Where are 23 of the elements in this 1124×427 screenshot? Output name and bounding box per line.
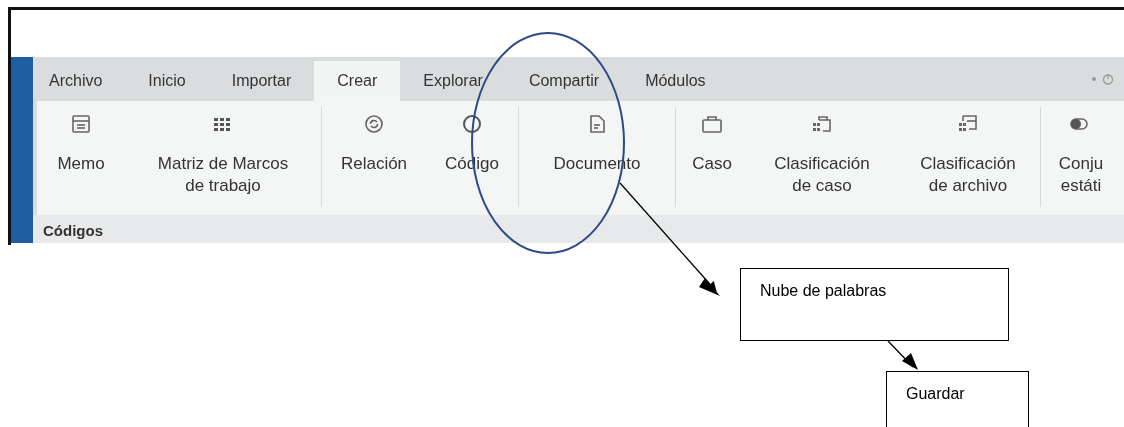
panel-title: Códigos xyxy=(43,222,103,239)
ribbon-button[interactable]: Clasificación de archivo xyxy=(896,107,1040,207)
ribbon-button[interactable]: Conju estáti xyxy=(1041,107,1121,207)
ribbon-tab[interactable]: Inicio xyxy=(125,61,209,102)
dot-icon xyxy=(1092,77,1096,82)
ribbon-tab[interactable]: Archivo xyxy=(39,61,126,102)
ribbon-button[interactable]: Caso xyxy=(676,107,748,207)
circle-icon xyxy=(461,113,483,136)
callout-text: Nube de palabras xyxy=(760,282,887,299)
ribbon-tab[interactable]: Módulos xyxy=(622,61,729,102)
power-icon xyxy=(1102,73,1114,86)
ribbon-tab[interactable]: Compartir xyxy=(505,61,623,102)
ribbon-button[interactable]: Clasificación de caso xyxy=(748,107,896,207)
ribbon-button[interactable]: Matriz de Marcos de trabajo xyxy=(125,107,321,207)
ribbon-tab[interactable]: Importar xyxy=(208,61,315,102)
callout-text: Guardar xyxy=(906,385,965,402)
ribbon-tab[interactable]: Explorar xyxy=(400,61,506,102)
ribbon-button[interactable]: Relación xyxy=(322,107,426,207)
calendar-icon xyxy=(70,113,92,136)
ribbon-button[interactable]: Memo xyxy=(37,107,125,207)
briefcase-icon xyxy=(701,113,723,136)
ribbon-tab[interactable]: Crear xyxy=(314,61,401,102)
refresh-icon xyxy=(363,113,385,136)
